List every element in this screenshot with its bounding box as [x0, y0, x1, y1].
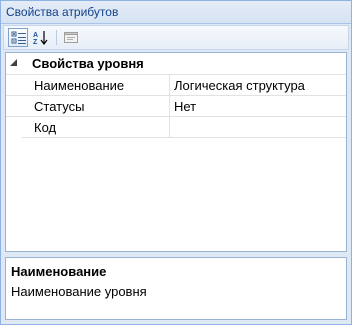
category-label: Свойства уровня [32, 56, 144, 71]
property-pages-button[interactable] [61, 28, 81, 47]
collapse-triangle-icon[interactable] [9, 58, 19, 68]
row-gutter [6, 96, 22, 117]
property-help-panel: Наименование Наименование уровня [5, 257, 347, 320]
svg-text:A: A [33, 32, 38, 39]
panel-titlebar: Свойства атрибутов [1, 1, 351, 24]
sort-az-icon: A Z [33, 31, 48, 45]
rows-bottom-divider [22, 137, 346, 138]
row-gutter [6, 117, 22, 138]
attribute-properties-panel: Свойства атрибутов A Z Свойства уровня Н… [0, 0, 352, 325]
category-row-level-properties[interactable]: Свойства уровня [6, 53, 346, 74]
property-pages-icon [64, 32, 78, 43]
property-name: Наименование [28, 75, 170, 95]
toolbar-separator [56, 30, 57, 45]
categorized-view-button[interactable] [8, 28, 28, 47]
categorized-icon [11, 31, 26, 44]
help-description: Наименование уровня [11, 284, 147, 299]
property-row-statuses[interactable]: Статусы Нет [6, 95, 346, 117]
property-grid-toolbar: A Z [3, 25, 349, 50]
row-gutter [6, 75, 22, 96]
property-value[interactable]: Нет [170, 96, 346, 116]
alphabetical-sort-button[interactable]: A Z [31, 28, 51, 47]
property-name: Статусы [28, 96, 170, 116]
property-value[interactable]: Логическая структура [170, 75, 346, 95]
property-row-name[interactable]: Наименование Логическая структура [6, 74, 346, 96]
panel-title: Свойства атрибутов [6, 5, 119, 19]
svg-text:Z: Z [33, 39, 38, 45]
property-row-code[interactable]: Код [6, 116, 346, 138]
property-value[interactable] [170, 117, 346, 137]
help-title: Наименование [11, 264, 107, 279]
property-grid: Свойства уровня Наименование Логическая … [5, 52, 347, 252]
property-name: Код [28, 117, 170, 137]
